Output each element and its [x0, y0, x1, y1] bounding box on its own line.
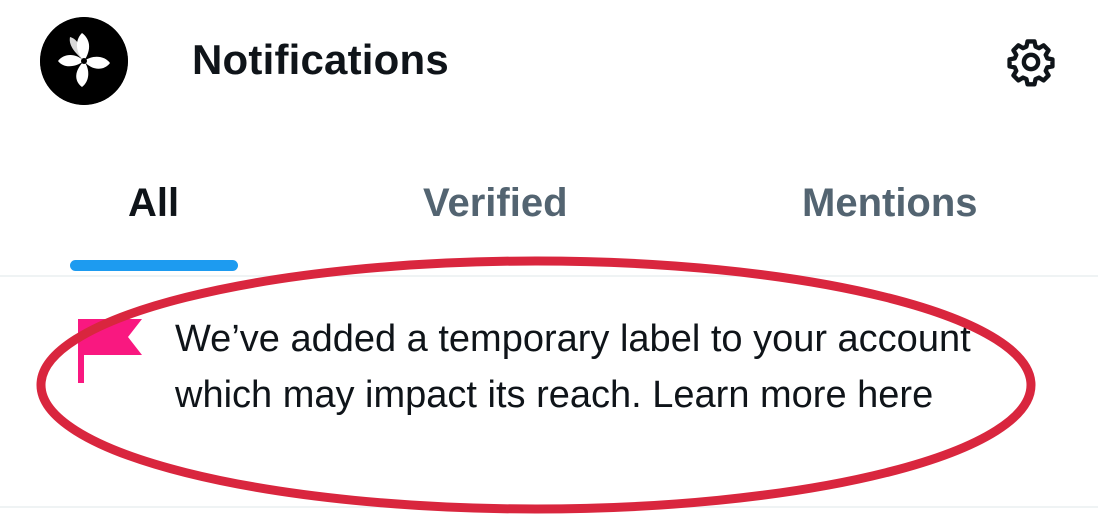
gear-icon — [1007, 39, 1055, 87]
flag-icon — [78, 315, 146, 387]
divider — [0, 506, 1098, 508]
settings-button[interactable] — [1005, 36, 1057, 88]
tab-all[interactable]: All — [40, 160, 270, 275]
tab-verified[interactable]: Verified — [380, 160, 620, 275]
notification-tabs: All Verified Mentions — [0, 160, 1098, 275]
page-title: Notifications — [192, 36, 449, 83]
notification-text: We’ve added a temporary label to your ac… — [175, 318, 971, 416]
top-bar: Notifications — [0, 0, 1098, 120]
avatar[interactable] — [40, 17, 128, 105]
tab-verified-label: Verified — [423, 181, 568, 225]
bauhinia-flag-icon — [40, 17, 128, 105]
notification-item[interactable]: We’ve added a temporary label to your ac… — [0, 277, 1098, 506]
tab-all-label: All — [128, 181, 180, 225]
active-tab-indicator — [70, 260, 238, 271]
tab-mentions-label: Mentions — [802, 181, 978, 225]
tab-mentions[interactable]: Mentions — [770, 160, 1030, 275]
